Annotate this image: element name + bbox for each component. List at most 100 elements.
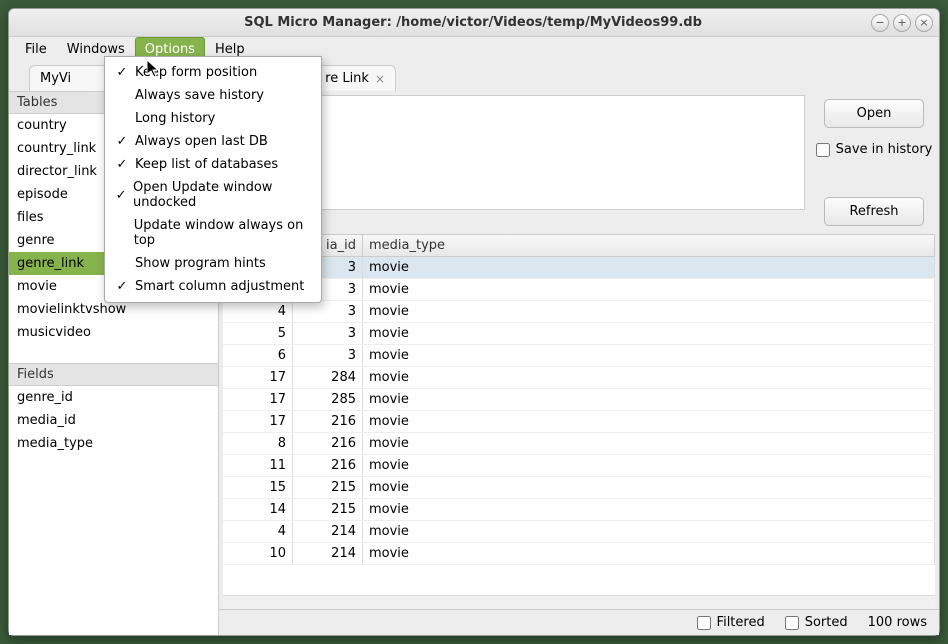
horizontal-scrollbar[interactable]	[223, 595, 935, 609]
grid-cell[interactable]: 215	[293, 477, 363, 498]
field-row[interactable]: media_type	[9, 432, 218, 455]
grid-body[interactable]: 33movie33movie43movie53movie63movie17284…	[223, 257, 935, 595]
grid-cell[interactable]: 3	[293, 323, 363, 344]
menu-item[interactable]: Always save history	[105, 84, 321, 107]
grid-cell[interactable]: movie	[363, 521, 935, 542]
grid-cell[interactable]: movie	[363, 543, 935, 564]
grid-cell[interactable]: movie	[363, 367, 935, 388]
statusbar: Filtered Sorted 100 rows	[219, 609, 939, 635]
grid-cell[interactable]: movie	[363, 477, 935, 498]
filtered-input[interactable]	[697, 616, 711, 630]
menu-item[interactable]: ✓Always open last DB	[105, 130, 321, 153]
grid-cell[interactable]: movie	[363, 323, 935, 344]
grid-cell[interactable]: 17	[223, 367, 293, 388]
fields-header: Fields	[9, 363, 218, 386]
table-row[interactable]: 14215movie	[223, 499, 935, 521]
grid-cell[interactable]: 215	[293, 499, 363, 520]
menu-item-label: Smart column adjustment	[135, 279, 304, 294]
sorted-input[interactable]	[785, 616, 799, 630]
check-icon: ✓	[115, 157, 129, 172]
menu-item[interactable]: ✓Open Update window undocked	[105, 176, 321, 214]
sorted-label: Sorted	[805, 615, 848, 630]
maximize-button[interactable]: +	[893, 14, 911, 32]
grid-cell[interactable]: 8	[223, 433, 293, 454]
menu-item[interactable]: Update window always on top	[105, 214, 321, 252]
menu-item-label: Keep form position	[135, 65, 257, 80]
save-history-checkbox[interactable]: Save in history	[816, 142, 933, 157]
table-row[interactable]: 11216movie	[223, 455, 935, 477]
titlebar: SQL Micro Manager: /home/victor/Videos/t…	[9, 9, 939, 37]
table-row[interactable]: 33movie	[223, 279, 935, 301]
table-row[interactable]: musicvideo	[9, 321, 218, 344]
grid-cell[interactable]: 6	[223, 345, 293, 366]
tab-left[interactable]: MyVi	[29, 65, 112, 91]
field-row[interactable]: genre_id	[9, 386, 218, 409]
grid-cell[interactable]: 11	[223, 455, 293, 476]
menu-item[interactable]: Long history	[105, 107, 321, 130]
field-row[interactable]: media_id	[9, 409, 218, 432]
table-row[interactable]: 53movie	[223, 323, 935, 345]
menu-item[interactable]: Show program hints	[105, 252, 321, 275]
grid-cell[interactable]: 216	[293, 411, 363, 432]
grid-cell[interactable]: movie	[363, 389, 935, 410]
menu-item-label: Always save history	[135, 88, 264, 103]
grid-cell[interactable]: 216	[293, 455, 363, 476]
menu-item-label: Open Update window undocked	[133, 180, 311, 210]
grid-cell[interactable]: 214	[293, 521, 363, 542]
grid-cell[interactable]: movie	[363, 433, 935, 454]
table-row[interactable]: 43movie	[223, 301, 935, 323]
grid-cell[interactable]: 3	[293, 301, 363, 322]
menu-item-label: Show program hints	[135, 256, 266, 271]
grid-cell[interactable]: 4	[223, 301, 293, 322]
grid-cell[interactable]: 17	[223, 389, 293, 410]
grid-cell[interactable]: 4	[223, 521, 293, 542]
save-history-input[interactable]	[816, 143, 830, 157]
grid-header-2[interactable]: media_type	[363, 235, 935, 256]
row-count: 100 rows	[868, 615, 927, 630]
menu-item[interactable]: ✓Smart column adjustment	[105, 275, 321, 298]
sorted-checkbox[interactable]: Sorted	[785, 615, 848, 630]
grid-cell[interactable]: 285	[293, 389, 363, 410]
table-row[interactable]: 10214movie	[223, 543, 935, 565]
grid-cell[interactable]: movie	[363, 499, 935, 520]
grid-cell[interactable]: movie	[363, 411, 935, 432]
menu-item[interactable]: ✓ Keep list of databases	[105, 153, 321, 176]
table-row[interactable]: 17216movie	[223, 411, 935, 433]
tab-left-label: MyVi	[40, 71, 71, 86]
grid-cell[interactable]: movie	[363, 455, 935, 476]
menu-item-label: Keep list of databases	[135, 157, 278, 172]
table-row[interactable]: 8216movie	[223, 433, 935, 455]
refresh-button[interactable]: Refresh	[824, 197, 924, 226]
table-row[interactable]: 17284movie	[223, 367, 935, 389]
grid-cell[interactable]: movie	[363, 257, 935, 278]
save-history-label: Save in history	[836, 142, 933, 157]
menu-file[interactable]: File	[15, 37, 57, 61]
table-row[interactable]: 33movie	[223, 257, 935, 279]
table-row[interactable]: 4214movie	[223, 521, 935, 543]
grid-cell[interactable]: 5	[223, 323, 293, 344]
open-button[interactable]: Open	[824, 99, 924, 128]
menu-item[interactable]: ✓Keep form position	[105, 61, 321, 84]
minimize-button[interactable]: −	[871, 14, 889, 32]
close-button[interactable]: ×	[915, 14, 933, 32]
grid-cell[interactable]: 17	[223, 411, 293, 432]
table-row[interactable]: 15215movie	[223, 477, 935, 499]
grid-cell[interactable]: movie	[363, 301, 935, 322]
table-row[interactable]: 63movie	[223, 345, 935, 367]
grid-cell[interactable]: movie	[363, 345, 935, 366]
tab-right[interactable]: re Link ×	[314, 65, 396, 91]
grid-cell[interactable]: 214	[293, 543, 363, 564]
options-dropdown[interactable]: ✓Keep form positionAlways save historyLo…	[104, 56, 322, 303]
grid-cell[interactable]: 216	[293, 433, 363, 454]
fields-list[interactable]: genre_idmedia_idmedia_type	[9, 386, 218, 635]
table-row[interactable]: 17285movie	[223, 389, 935, 411]
grid-cell[interactable]: 3	[293, 345, 363, 366]
close-icon[interactable]: ×	[375, 72, 385, 86]
grid-cell[interactable]: 284	[293, 367, 363, 388]
grid-cell[interactable]: 14	[223, 499, 293, 520]
grid-cell[interactable]: movie	[363, 279, 935, 300]
filtered-checkbox[interactable]: Filtered	[697, 615, 765, 630]
grid-cell[interactable]: 15	[223, 477, 293, 498]
grid-cell[interactable]: 10	[223, 543, 293, 564]
filtered-label: Filtered	[717, 615, 765, 630]
